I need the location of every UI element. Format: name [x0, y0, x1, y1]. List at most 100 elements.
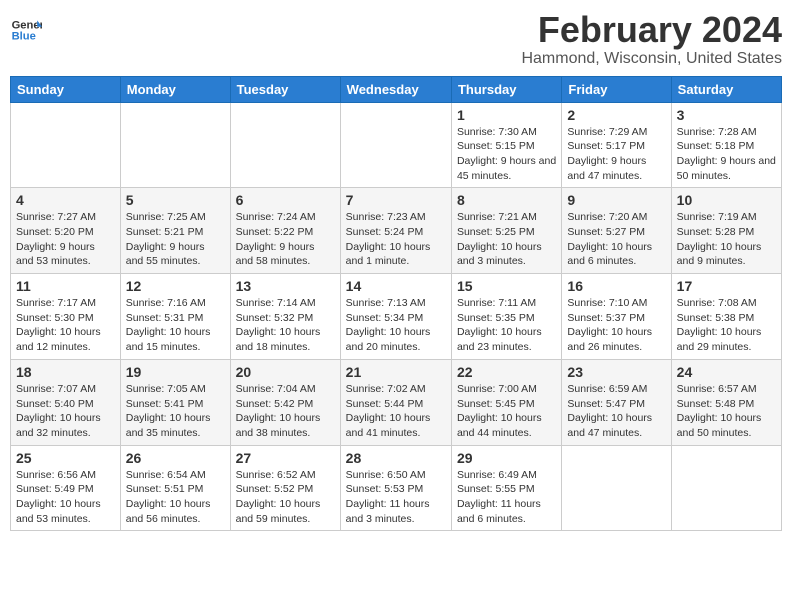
day-info: Sunrise: 7:30 AM Sunset: 5:15 PM Dayligh…: [457, 125, 556, 184]
calendar-cell: 6 Sunrise: 7:24 AM Sunset: 5:22 PM Daylig…: [230, 188, 340, 274]
page-title: February 2024: [521, 10, 782, 50]
day-info: Sunrise: 7:07 AM Sunset: 5:40 PM Dayligh…: [16, 382, 115, 441]
column-header-tuesday: Tuesday: [230, 76, 340, 102]
day-info: Sunrise: 7:23 AM Sunset: 5:24 PM Dayligh…: [346, 210, 446, 269]
calendar-cell: 11 Sunrise: 7:17 AM Sunset: 5:30 PM Dayli…: [11, 274, 121, 360]
day-info: Sunrise: 7:19 AM Sunset: 5:28 PM Dayligh…: [677, 210, 776, 269]
calendar-week-row: 11 Sunrise: 7:17 AM Sunset: 5:30 PM Dayli…: [11, 274, 782, 360]
day-info: Sunrise: 7:27 AM Sunset: 5:20 PM Dayligh…: [16, 210, 115, 269]
day-info: Sunrise: 6:49 AM Sunset: 5:55 PM Dayligh…: [457, 468, 556, 527]
logo: General Blue: [10, 14, 42, 46]
day-info: Sunrise: 7:05 AM Sunset: 5:41 PM Dayligh…: [126, 382, 225, 441]
calendar-cell: 20 Sunrise: 7:04 AM Sunset: 5:42 PM Dayli…: [230, 359, 340, 445]
column-header-friday: Friday: [562, 76, 671, 102]
column-header-monday: Monday: [120, 76, 230, 102]
day-number: 24: [677, 364, 776, 380]
day-info: Sunrise: 7:25 AM Sunset: 5:21 PM Dayligh…: [126, 210, 225, 269]
day-number: 25: [16, 450, 115, 466]
day-info: Sunrise: 7:17 AM Sunset: 5:30 PM Dayligh…: [16, 296, 115, 355]
day-info: Sunrise: 7:20 AM Sunset: 5:27 PM Dayligh…: [567, 210, 665, 269]
calendar-cell: 17 Sunrise: 7:08 AM Sunset: 5:38 PM Dayli…: [671, 274, 781, 360]
day-info: Sunrise: 6:52 AM Sunset: 5:52 PM Dayligh…: [236, 468, 335, 527]
svg-text:Blue: Blue: [12, 31, 36, 43]
calendar-cell: [562, 445, 671, 531]
day-number: 23: [567, 364, 665, 380]
day-info: Sunrise: 7:28 AM Sunset: 5:18 PM Dayligh…: [677, 125, 776, 184]
day-number: 10: [677, 192, 776, 208]
column-header-saturday: Saturday: [671, 76, 781, 102]
calendar-cell: 7 Sunrise: 7:23 AM Sunset: 5:24 PM Daylig…: [340, 188, 451, 274]
day-info: Sunrise: 6:50 AM Sunset: 5:53 PM Dayligh…: [346, 468, 446, 527]
day-number: 22: [457, 364, 556, 380]
day-number: 16: [567, 278, 665, 294]
day-info: Sunrise: 7:13 AM Sunset: 5:34 PM Dayligh…: [346, 296, 446, 355]
day-info: Sunrise: 7:08 AM Sunset: 5:38 PM Dayligh…: [677, 296, 776, 355]
day-number: 6: [236, 192, 335, 208]
calendar-cell: 16Sunrise: 7:10 AM Sunset: 5:37 PM Dayli…: [562, 274, 671, 360]
day-info: Sunrise: 6:54 AM Sunset: 5:51 PM Dayligh…: [126, 468, 225, 527]
day-number: 12: [126, 278, 225, 294]
day-info: Sunrise: 6:56 AM Sunset: 5:49 PM Dayligh…: [16, 468, 115, 527]
day-number: 20: [236, 364, 335, 380]
day-info: Sunrise: 7:16 AM Sunset: 5:31 PM Dayligh…: [126, 296, 225, 355]
day-info: Sunrise: 7:00 AM Sunset: 5:45 PM Dayligh…: [457, 382, 556, 441]
calendar-cell: 13 Sunrise: 7:14 AM Sunset: 5:32 PM Dayli…: [230, 274, 340, 360]
day-number: 15: [457, 278, 556, 294]
day-info: Sunrise: 7:24 AM Sunset: 5:22 PM Dayligh…: [236, 210, 335, 269]
calendar-cell: [230, 102, 340, 188]
calendar-cell: [340, 102, 451, 188]
calendar-cell: 15 Sunrise: 7:11 AM Sunset: 5:35 PM Dayli…: [451, 274, 561, 360]
day-number: 11: [16, 278, 115, 294]
day-info: Sunrise: 6:57 AM Sunset: 5:48 PM Dayligh…: [677, 382, 776, 441]
calendar-cell: [671, 445, 781, 531]
calendar-cell: 22 Sunrise: 7:00 AM Sunset: 5:45 PM Dayli…: [451, 359, 561, 445]
day-number: 21: [346, 364, 446, 380]
calendar-cell: 4Sunrise: 7:27 AM Sunset: 5:20 PM Daylig…: [11, 188, 121, 274]
calendar-cell: 5 Sunrise: 7:25 AM Sunset: 5:21 PM Daylig…: [120, 188, 230, 274]
day-info: Sunrise: 7:21 AM Sunset: 5:25 PM Dayligh…: [457, 210, 556, 269]
page-header: General Blue February 2024 Hammond, Wisc…: [10, 10, 782, 68]
calendar-cell: 24 Sunrise: 6:57 AM Sunset: 5:48 PM Dayli…: [671, 359, 781, 445]
calendar-cell: 14 Sunrise: 7:13 AM Sunset: 5:34 PM Dayli…: [340, 274, 451, 360]
day-info: Sunrise: 7:11 AM Sunset: 5:35 PM Dayligh…: [457, 296, 556, 355]
day-number: 13: [236, 278, 335, 294]
calendar-cell: [120, 102, 230, 188]
day-number: 9: [567, 192, 665, 208]
calendar-header-row: SundayMondayTuesdayWednesdayThursdayFrid…: [11, 76, 782, 102]
calendar-cell: 27 Sunrise: 6:52 AM Sunset: 5:52 PM Dayli…: [230, 445, 340, 531]
calendar-cell: 10 Sunrise: 7:19 AM Sunset: 5:28 PM Dayli…: [671, 188, 781, 274]
day-number: 14: [346, 278, 446, 294]
day-info: Sunrise: 7:14 AM Sunset: 5:32 PM Dayligh…: [236, 296, 335, 355]
calendar-cell: 9 Sunrise: 7:20 AM Sunset: 5:27 PM Daylig…: [562, 188, 671, 274]
calendar-table: SundayMondayTuesdayWednesdayThursdayFrid…: [10, 76, 782, 532]
calendar-cell: 8 Sunrise: 7:21 AM Sunset: 5:25 PM Daylig…: [451, 188, 561, 274]
day-number: 26: [126, 450, 225, 466]
day-info: Sunrise: 6:59 AM Sunset: 5:47 PM Dayligh…: [567, 382, 665, 441]
day-number: 5: [126, 192, 225, 208]
calendar-cell: 18 Sunrise: 7:07 AM Sunset: 5:40 PM Dayli…: [11, 359, 121, 445]
calendar-cell: 1Sunrise: 7:30 AM Sunset: 5:15 PM Daylig…: [451, 102, 561, 188]
calendar-cell: [11, 102, 121, 188]
page-subtitle: Hammond, Wisconsin, United States: [521, 50, 782, 68]
day-number: 29: [457, 450, 556, 466]
calendar-cell: 12 Sunrise: 7:16 AM Sunset: 5:31 PM Dayli…: [120, 274, 230, 360]
calendar-cell: 26 Sunrise: 6:54 AM Sunset: 5:51 PM Dayli…: [120, 445, 230, 531]
day-number: 7: [346, 192, 446, 208]
calendar-cell: 19Sunrise: 7:05 AM Sunset: 5:41 PM Dayli…: [120, 359, 230, 445]
calendar-cell: 2 Sunrise: 7:29 AM Sunset: 5:17 PM Daylig…: [562, 102, 671, 188]
day-number: 18: [16, 364, 115, 380]
logo-icon: General Blue: [10, 14, 42, 46]
day-number: 2: [567, 107, 665, 123]
day-number: 8: [457, 192, 556, 208]
day-number: 27: [236, 450, 335, 466]
day-info: Sunrise: 7:29 AM Sunset: 5:17 PM Dayligh…: [567, 125, 665, 184]
calendar-cell: 3Sunrise: 7:28 AM Sunset: 5:18 PM Daylig…: [671, 102, 781, 188]
calendar-cell: 28 Sunrise: 6:50 AM Sunset: 5:53 PM Dayli…: [340, 445, 451, 531]
calendar-week-row: 25 Sunrise: 6:56 AM Sunset: 5:49 PM Dayli…: [11, 445, 782, 531]
calendar-cell: 23 Sunrise: 6:59 AM Sunset: 5:47 PM Dayli…: [562, 359, 671, 445]
day-number: 28: [346, 450, 446, 466]
calendar-cell: 29 Sunrise: 6:49 AM Sunset: 5:55 PM Dayli…: [451, 445, 561, 531]
calendar-cell: 25 Sunrise: 6:56 AM Sunset: 5:49 PM Dayli…: [11, 445, 121, 531]
day-info: Sunrise: 7:04 AM Sunset: 5:42 PM Dayligh…: [236, 382, 335, 441]
day-number: 17: [677, 278, 776, 294]
